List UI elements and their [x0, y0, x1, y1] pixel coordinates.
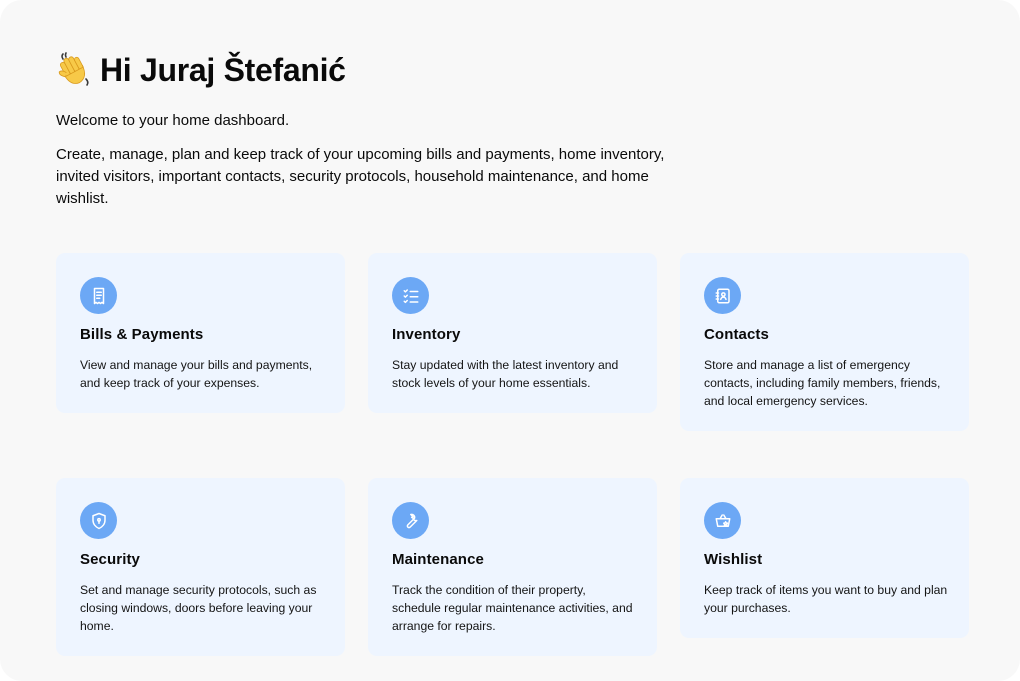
card-title: Inventory: [392, 326, 461, 343]
card-inventory[interactable]: Inventory Stay updated with the latest i…: [368, 253, 657, 413]
card-description: View and manage your bills and payments,…: [80, 358, 313, 390]
shopping-basket-icon: [704, 502, 741, 539]
card-wishlist[interactable]: Wishlist Keep track of items you want to…: [680, 478, 969, 638]
card-title: Security: [80, 551, 140, 568]
card-title: Bills & Payments: [80, 326, 204, 343]
card-title: Contacts: [704, 326, 769, 343]
greeting-text: Hi Juraj Štefanić: [100, 51, 346, 88]
checklist-icon: [392, 277, 429, 314]
contact-book-icon: [704, 277, 741, 314]
card-title: Wishlist: [704, 551, 763, 568]
welcome-text: Welcome to your home dashboard.: [56, 112, 290, 129]
card-contacts[interactable]: Contacts Store and manage a list of emer…: [680, 253, 969, 431]
card-title: Maintenance: [392, 551, 484, 568]
receipt-icon: [80, 277, 117, 314]
waving-hand-icon: [56, 52, 92, 88]
card-description: Store and manage a list of emergency con…: [704, 358, 941, 408]
page-title: Hi Juraj Štefanić: [56, 48, 346, 92]
card-description: Keep track of items you want to buy and …: [704, 583, 948, 615]
card-description: Track the condition of their property, s…: [392, 583, 633, 633]
dashboard-description: Create, manage, plan and keep track of y…: [56, 146, 665, 207]
card-security[interactable]: Security Set and manage security protoco…: [56, 478, 345, 656]
card-description: Set and manage security protocols, such …: [80, 583, 317, 633]
card-description: Stay updated with the latest inventory a…: [392, 358, 619, 390]
card-bills-payments[interactable]: Bills & Payments View and manage your bi…: [56, 253, 345, 413]
wrench-icon: [392, 502, 429, 539]
dashboard-page: Hi Juraj Štefanić Welcome to your home d…: [0, 0, 1020, 681]
card-maintenance[interactable]: Maintenance Track the condition of their…: [368, 478, 657, 656]
shield-icon: [80, 502, 117, 539]
